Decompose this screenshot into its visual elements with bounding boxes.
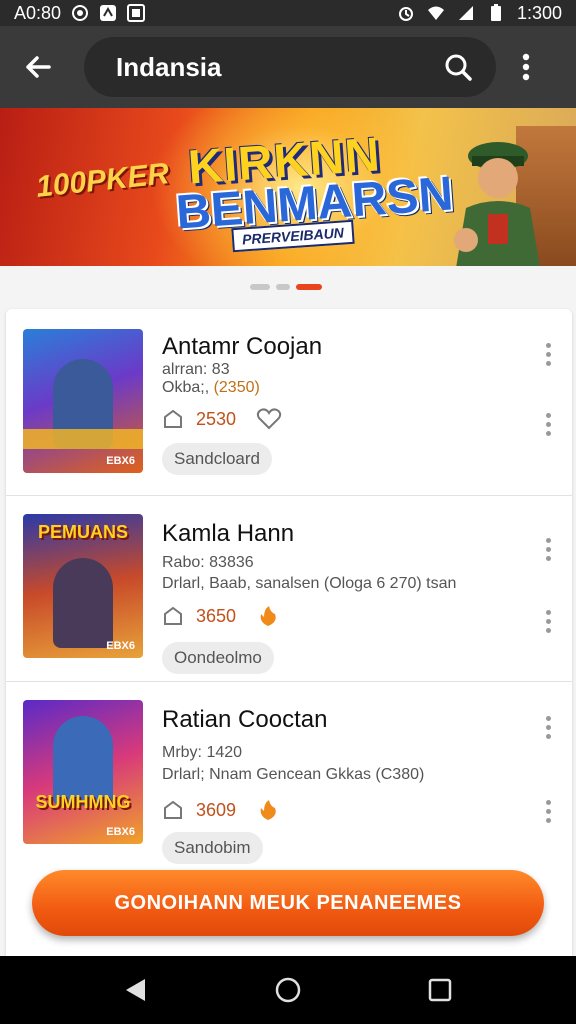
tag-icon <box>164 606 182 625</box>
list-item[interactable]: EBX6 Antamr Coojan alrran: 83 Okba;, (23… <box>6 309 572 495</box>
item-meta-2-value: (2350) <box>213 379 260 396</box>
nav-home-button[interactable] <box>264 966 312 1014</box>
item-price: 3609 <box>196 799 237 820</box>
item-menu-button[interactable] <box>538 339 558 369</box>
search-button[interactable] <box>438 47 478 87</box>
app-title: Indansia <box>116 51 222 82</box>
item-menu-button[interactable] <box>538 534 558 564</box>
kebab-dot <box>545 609 551 615</box>
search-icon <box>445 54 472 81</box>
status-bar: A0:80 1:300 <box>0 0 576 26</box>
kebab-dot <box>545 555 551 561</box>
circle-home-icon <box>275 977 301 1003</box>
tag-icon <box>164 409 182 428</box>
image-notification-icon <box>127 4 146 22</box>
item-meta-2: Drlarl, Baab, sanalsen (Ologa 6 270) tsa… <box>162 575 457 592</box>
item-thumbnail[interactable]: EBX6 <box>23 329 143 473</box>
carousel-dot-2[interactable] <box>276 284 290 290</box>
thumbnail-title-art: PEMUANS <box>37 522 128 542</box>
thumbnail-caption: EBX6 <box>106 640 135 652</box>
fire-badge-icon[interactable] <box>256 798 280 822</box>
item-price: 3650 <box>196 605 237 626</box>
item-price: 2530 <box>196 408 237 429</box>
kebab-dot <box>545 342 551 348</box>
item-secondary-menu-button[interactable] <box>538 606 558 636</box>
carousel-dot-1[interactable] <box>250 284 270 290</box>
app-bar: Indansia <box>0 26 576 108</box>
overflow-menu-button[interactable] <box>504 37 548 97</box>
banner-character-image <box>454 142 540 266</box>
kebab-dot <box>545 360 551 366</box>
nav-back-button[interactable] <box>112 966 160 1014</box>
kebab-dot <box>545 430 551 436</box>
carousel-dot-3[interactable] <box>296 284 322 290</box>
item-category-chip[interactable]: Sandobim <box>162 832 263 864</box>
status-time-right: 1:300 <box>516 2 562 23</box>
wifi-icon <box>427 6 444 20</box>
kebab-dot <box>545 799 551 805</box>
back-button[interactable] <box>8 37 68 97</box>
list-item[interactable]: SUMHMNG EBX6 Ratian Cooctan Mrby: 1420 D… <box>6 681 572 867</box>
item-meta-2: Okba;, (2350) <box>162 379 260 397</box>
signal-icon <box>458 6 473 20</box>
triangle-back-icon <box>126 979 145 1001</box>
kebab-dot <box>545 412 551 418</box>
carousel-indicator <box>250 284 322 290</box>
arrow-left-icon <box>26 56 51 78</box>
record-icon <box>72 5 89 21</box>
item-thumbnail[interactable]: PEMUANS EBX6 <box>23 514 143 658</box>
item-title[interactable]: Ratian Cooctan <box>162 706 327 734</box>
item-secondary-menu-button[interactable] <box>538 796 558 826</box>
item-meta-2-label: Okba;, <box>162 379 214 396</box>
item-thumbnail[interactable]: SUMHMNG EBX6 <box>23 700 143 844</box>
kebab-dot <box>545 733 551 739</box>
item-title[interactable]: Kamla Hann <box>162 520 294 548</box>
thumbnail-character <box>53 558 113 648</box>
more-vert-icon <box>522 53 530 81</box>
item-stats: 3609 <box>162 798 280 822</box>
primary-cta-button[interactable]: GONOIHANN MEUK PENANEEMES <box>32 870 544 936</box>
thumbnail-caption: EBX6 <box>106 826 135 838</box>
battery-icon <box>490 4 501 21</box>
search-bar[interactable]: Indansia <box>84 37 496 97</box>
thumbnail-caption: EBX6 <box>106 455 135 467</box>
square-recents-icon <box>428 978 452 1002</box>
thumbnail-title-art: SUMHMNG <box>35 792 131 812</box>
item-meta-2: Drlarl; Nnam Gencean Gkkas (C380) <box>162 766 425 783</box>
tag-icon <box>164 800 182 819</box>
status-time-left: A0:80 <box>14 2 62 23</box>
alarm-icon <box>398 7 413 21</box>
item-category-chip[interactable]: Sandcloard <box>162 443 273 475</box>
thumbnail-logo-strip <box>23 429 143 449</box>
system-nav-bar <box>0 956 576 1024</box>
kebab-dot <box>545 724 551 730</box>
item-stats: 3650 <box>162 604 280 628</box>
item-title[interactable]: Antamr Coojan <box>162 333 322 361</box>
promo-banner[interactable]: 100PKER KIRKNN BENMARSN PRERVEIBAUN <box>0 108 576 266</box>
item-meta-1: Mrby: 1420 <box>162 744 243 761</box>
kebab-dot <box>545 618 551 624</box>
item-category-chip[interactable]: Oondeolmo <box>162 642 274 674</box>
item-meta-1: Rabo: 83836 <box>162 554 254 571</box>
item-stats: 2530 <box>162 407 282 431</box>
item-menu-button[interactable] <box>538 712 558 742</box>
app-notification-icon <box>100 5 117 21</box>
kebab-dot <box>545 546 551 552</box>
nav-recents-button[interactable] <box>416 966 464 1014</box>
kebab-dot <box>545 715 551 721</box>
fire-badge-icon[interactable] <box>256 604 280 628</box>
list-item[interactable]: PEMUANS EBX6 Kamla Hann Rabo: 83836 Drla… <box>6 495 572 681</box>
kebab-dot <box>545 817 551 823</box>
kebab-dot <box>545 808 551 814</box>
heart-icon[interactable] <box>256 407 282 431</box>
item-secondary-menu-button[interactable] <box>538 409 558 439</box>
kebab-dot <box>545 537 551 543</box>
kebab-dot <box>545 627 551 633</box>
item-meta-1: alrran: 83 <box>162 361 230 378</box>
kebab-dot <box>545 421 551 427</box>
kebab-dot <box>545 351 551 357</box>
